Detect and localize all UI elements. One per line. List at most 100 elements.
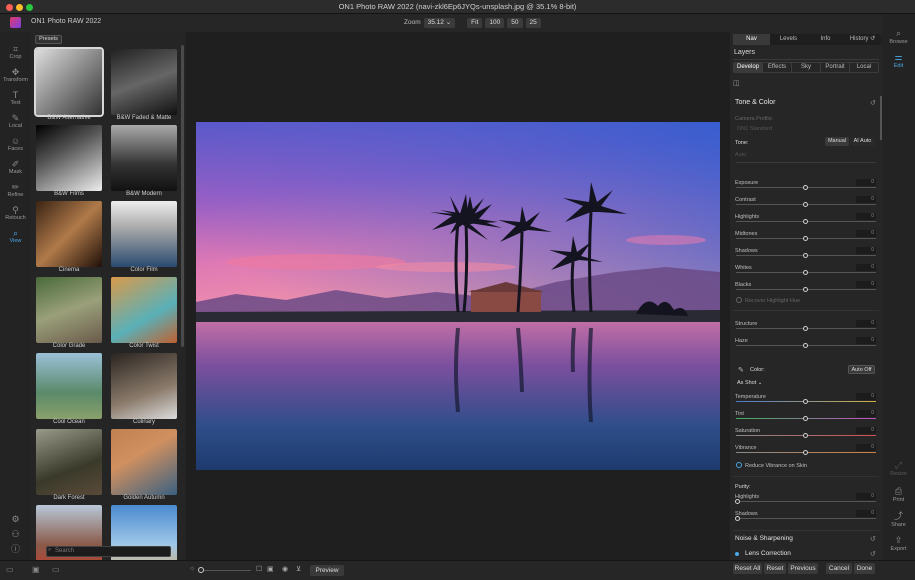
zoom-value-select[interactable]: 35.12 ⌄ <box>423 17 456 28</box>
tool-view[interactable]: ⌕ View <box>0 228 31 244</box>
preset-thumbnail[interactable] <box>34 47 104 117</box>
slider-value-midtones[interactable]: 0 <box>856 230 876 237</box>
tab-history[interactable]: History ↺ <box>844 34 881 45</box>
lens-enabled-dot[interactable] <box>735 552 739 556</box>
slider-value-purity-highlights[interactable]: 0 <box>856 493 876 500</box>
reset-all-button[interactable]: Reset All <box>733 563 762 574</box>
reset-tone-icon[interactable]: ↺ <box>870 99 876 107</box>
slider-value-vibrance[interactable]: 0 <box>856 444 876 451</box>
tone-ai-auto-button[interactable]: AI Auto <box>850 137 875 146</box>
slider-value-whites[interactable]: 0 <box>856 264 876 271</box>
slider-value-contrast[interactable]: 0 <box>856 196 876 203</box>
tool-transform[interactable]: ✥ Transform <box>0 67 31 83</box>
tool-local[interactable]: ✎ Local <box>0 113 31 129</box>
slider-value-tint[interactable]: 0 <box>856 410 876 417</box>
preset-thumbnail[interactable] <box>111 49 177 115</box>
slider-knob-shadows[interactable] <box>803 253 808 258</box>
slider-knob-purity-shadows[interactable] <box>735 516 740 521</box>
slider-knob-whites[interactable] <box>803 270 808 275</box>
preset-thumbnail[interactable] <box>36 201 102 267</box>
filmstrip-icon[interactable]: ▣ <box>32 565 40 574</box>
previous-button[interactable]: Previous <box>788 563 818 574</box>
zoom-window-button[interactable] <box>26 4 33 11</box>
bottom-tool-2[interactable]: ⚇ <box>0 529 31 539</box>
presets-tab[interactable]: Presets <box>35 35 62 44</box>
slider-value-haze[interactable]: 0 <box>856 337 876 344</box>
reset-button[interactable]: Reset <box>764 563 786 574</box>
slider-knob-tint[interactable] <box>803 416 808 421</box>
help-button[interactable]: ⓘ <box>0 544 31 554</box>
slider-value-saturation[interactable]: 0 <box>856 427 876 434</box>
slider-knob-blacks[interactable] <box>803 287 808 292</box>
noise-sharpening-title[interactable]: Noise & Sharpening <box>735 535 793 542</box>
recover-highlight-checkbox[interactable]: Recover Highlight Hue <box>745 298 800 304</box>
slider-value-blacks[interactable]: 0 <box>856 281 876 288</box>
panel-toggle-icon[interactable]: ▭ <box>6 565 14 574</box>
tab-local[interactable]: Local <box>850 63 878 72</box>
tool-faces[interactable]: ☺ Faces <box>0 136 31 152</box>
module-browse[interactable]: ⌕ Browse <box>882 28 915 45</box>
module-print[interactable]: ⎙ Print <box>882 486 915 503</box>
module-resize[interactable]: ⤢ Resize <box>882 460 915 477</box>
bottom-tool-1[interactable]: ⚙ <box>0 514 31 524</box>
before-after-icon[interactable]: ◫ <box>733 79 740 87</box>
module-export[interactable]: ⇪ Export <box>882 535 915 552</box>
tone-manual-button[interactable]: Manual <box>825 137 849 146</box>
preview-button[interactable]: Preview <box>310 565 344 576</box>
slider-knob-saturation[interactable] <box>803 433 808 438</box>
preview-size-slider[interactable] <box>199 570 251 571</box>
preview-size-knob[interactable] <box>198 567 204 573</box>
slider-value-temperature[interactable]: 0 <box>856 393 876 400</box>
zoom-50-button[interactable]: 50 <box>507 17 523 28</box>
slider-value-highlights[interactable]: 0 <box>856 213 876 220</box>
presets-scrollbar[interactable] <box>181 45 184 347</box>
tool-refine[interactable]: ✏ Refine <box>0 182 31 198</box>
eyedropper-icon[interactable]: ✎ <box>738 366 744 374</box>
reset-lens-icon[interactable]: ↺ <box>870 550 876 558</box>
slider-knob-temperature[interactable] <box>803 399 808 404</box>
slider-knob-structure[interactable] <box>803 326 808 331</box>
slider-value-structure[interactable]: 0 <box>856 320 876 327</box>
preset-thumbnail[interactable] <box>111 125 177 191</box>
reduce-vibrance-radio[interactable] <box>736 462 742 468</box>
cancel-button[interactable]: Cancel <box>826 563 852 574</box>
soft-proof-icon[interactable]: ⊻ <box>296 565 301 573</box>
slider-track-purity-highlights[interactable] <box>736 501 876 502</box>
mask-view-icon[interactable]: ◉ <box>282 565 288 573</box>
preset-thumbnail[interactable] <box>111 353 177 419</box>
slider-knob-midtones[interactable] <box>803 236 808 241</box>
slider-knob-highlights[interactable] <box>803 219 808 224</box>
preset-thumbnail[interactable] <box>36 125 102 191</box>
tab-levels[interactable]: Levels <box>770 34 807 45</box>
module-edit[interactable]: ⚌ Edit <box>882 52 915 69</box>
lens-correction-title[interactable]: Lens Correction <box>745 550 791 557</box>
done-button[interactable]: Done <box>854 563 875 574</box>
slider-value-shadows[interactable]: 0 <box>856 247 876 254</box>
layout-icon[interactable]: ▭ <box>52 565 60 574</box>
preset-thumbnail[interactable] <box>36 353 102 419</box>
tab-portrait[interactable]: Portrait <box>821 63 850 72</box>
tab-sky[interactable]: Sky <box>792 63 821 72</box>
zoom-fit-button[interactable]: Fit <box>467 17 483 28</box>
main-photo[interactable] <box>196 122 720 470</box>
auto-slider-track[interactable] <box>736 162 876 163</box>
slider-knob-contrast[interactable] <box>803 202 808 207</box>
slider-value-purity-shadows[interactable]: 0 <box>856 510 876 517</box>
slider-value-exposure[interactable]: 0 <box>856 179 876 186</box>
tab-develop[interactable]: Develop <box>734 63 763 72</box>
tool-crop[interactable]: ⌗ Crop <box>0 44 31 60</box>
slider-knob-vibrance[interactable] <box>803 450 808 455</box>
tool-mask[interactable]: ✐ Mask <box>0 159 31 175</box>
overlay-icon[interactable]: ▣ <box>267 565 274 573</box>
zoom-25-button[interactable]: 25 <box>525 17 541 28</box>
white-balance-select[interactable]: As Shot ⌄ <box>737 380 762 386</box>
preset-thumbnail[interactable] <box>36 429 102 495</box>
preset-thumbnail[interactable] <box>111 201 177 267</box>
tab-info[interactable]: Info <box>807 34 844 45</box>
tool-retouch[interactable]: ⚲ Retouch <box>0 205 31 221</box>
minimize-window-button[interactable] <box>16 4 23 11</box>
preset-thumbnail[interactable] <box>36 277 102 343</box>
tool-text[interactable]: T Text <box>0 90 31 106</box>
module-share[interactable]: ⤴ Share <box>882 511 915 528</box>
slider-knob-purity-highlights[interactable] <box>735 499 740 504</box>
